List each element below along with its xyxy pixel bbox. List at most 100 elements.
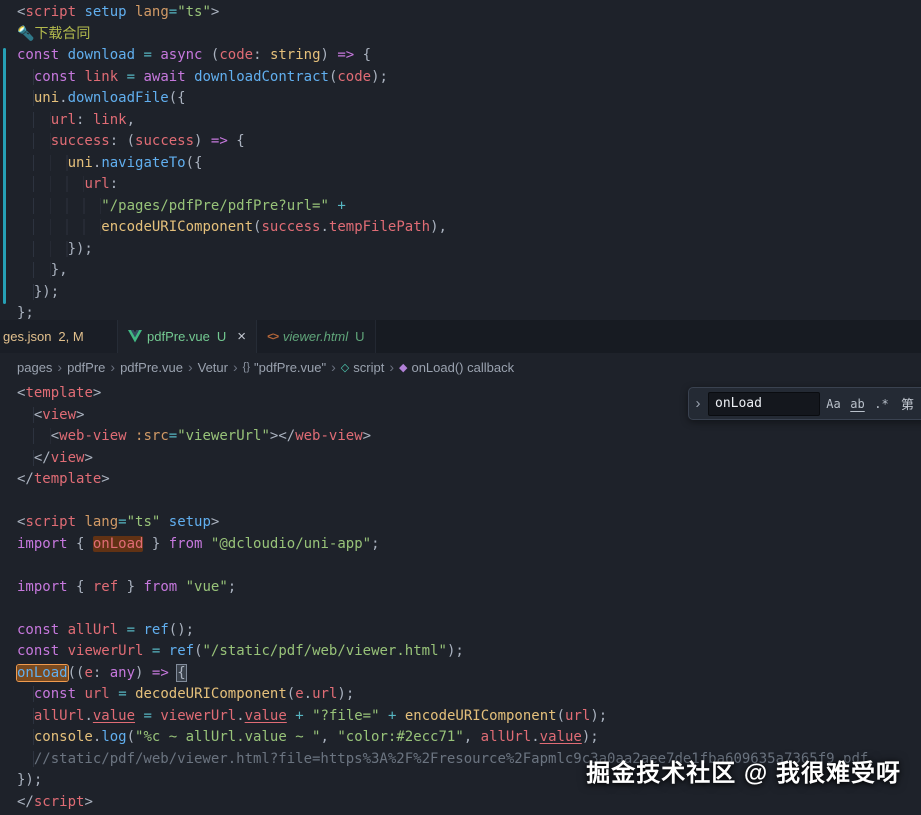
code-line[interactable]: uni.navigateTo({ (17, 153, 921, 175)
code-token: script (25, 4, 76, 20)
code-line[interactable]: import { onLoad } from "@dcloudio/uni-ap… (17, 534, 921, 556)
code-token: web-view (59, 428, 126, 444)
breadcrumb-item[interactable]: pages (17, 360, 52, 375)
code-token: ) (135, 665, 152, 681)
breadcrumb-label: pdfPre.vue (120, 360, 183, 375)
tab-pages-json[interactable]: ges.json 2, M (0, 320, 118, 353)
code-token: string (270, 47, 321, 63)
code-token: allUrl (481, 729, 532, 745)
code-token (17, 708, 34, 724)
code-token: "/pages/pdfPre/pdfPre?url=" (101, 198, 329, 214)
code-line[interactable]: <web-view :src="viewerUrl"></web-view> (17, 426, 921, 448)
code-token: } (143, 536, 168, 552)
code-token: > (101, 471, 109, 487)
code-token: ref (169, 643, 194, 659)
code-token: = (143, 47, 151, 63)
find-input[interactable] (708, 392, 820, 416)
code-line[interactable]: }); (17, 239, 921, 261)
problems-git-badge: 2, M (58, 329, 83, 344)
code-token: > (93, 385, 101, 401)
match-case-toggle[interactable]: Aa (823, 393, 844, 414)
close-tab-icon[interactable]: × (237, 329, 246, 344)
breadcrumb-item[interactable]: ◆onLoad() callback (399, 360, 514, 375)
expand-replace-icon[interactable]: › (691, 395, 705, 412)
code-token (59, 47, 67, 63)
code-token: , (127, 112, 135, 128)
code-token: link (93, 112, 127, 128)
code-token: ); (337, 686, 354, 702)
code-line[interactable]: url: (17, 174, 921, 196)
code-token: downloadContract (194, 69, 329, 85)
code-token (143, 643, 151, 659)
code-token: template (34, 471, 101, 487)
code-token (160, 514, 168, 530)
code-token: , (320, 729, 337, 745)
code-token (17, 407, 34, 423)
code-line[interactable]: onLoad((e: any) => { (17, 663, 921, 685)
code-token: download (68, 47, 135, 63)
breadcrumb-item[interactable]: Vetur (198, 360, 228, 375)
code-token: => (152, 665, 169, 681)
breadcrumb-item[interactable]: pdfPre (67, 360, 105, 375)
code-line[interactable] (17, 555, 921, 577)
breadcrumb-item[interactable]: ◇script (341, 360, 385, 375)
breadcrumb-item[interactable]: pdfPre.vue (120, 360, 183, 375)
breadcrumb-label: Vetur (198, 360, 228, 375)
code-line[interactable]: }, (17, 260, 921, 282)
code-token: ( (194, 643, 202, 659)
whole-word-toggle[interactable]: ab (847, 393, 868, 414)
code-line[interactable] (17, 491, 921, 513)
code-token (17, 450, 34, 466)
code-token (17, 90, 34, 106)
code-line[interactable]: encodeURIComponent(success.tempFilePath)… (17, 217, 921, 239)
breadcrumb-item[interactable]: {}"pdfPre.vue" (243, 360, 326, 375)
find-widget: › Aa ab .* 第 (688, 387, 921, 420)
code-line[interactable]: }); (17, 282, 921, 304)
code-line[interactable]: success: (success) => { (17, 131, 921, 153)
code-token: const (34, 69, 76, 85)
code-token: ( (557, 708, 565, 724)
code-token (202, 536, 210, 552)
code-token: > (76, 407, 84, 423)
code-token: url (84, 686, 109, 702)
code-line[interactable]: uni.downloadFile({ (17, 88, 921, 110)
code-line[interactable]: </view> (17, 448, 921, 470)
code-line[interactable]: 🔦下载合同 (17, 24, 921, 46)
code-line[interactable]: const download = async (code: string) =>… (17, 45, 921, 67)
code-line[interactable]: import { ref } from "vue"; (17, 577, 921, 599)
code-token: "@dcloudio/uni-app" (211, 536, 371, 552)
code-token: ) (321, 47, 338, 63)
tab-viewer-html[interactable]: <> viewer.html U (257, 320, 376, 353)
code-line[interactable]: }; (17, 303, 921, 320)
code-token: > (211, 514, 219, 530)
code-line[interactable]: url: link, (17, 110, 921, 132)
code-line[interactable]: </template> (17, 469, 921, 491)
code-line[interactable] (17, 598, 921, 620)
code-token: const (34, 686, 76, 702)
code-line[interactable]: allUrl.value = viewerUrl.value + "?file=… (17, 706, 921, 728)
code-line[interactable]: </script> (17, 792, 921, 814)
breadcrumb: pages›pdfPre›pdfPre.vue›Vetur›{}"pdfPre.… (0, 353, 921, 381)
code-token (177, 579, 185, 595)
code-line[interactable]: <script lang="ts" setup> (17, 512, 921, 534)
code-token: url (312, 686, 337, 702)
code-line[interactable]: const url = decodeURIComponent(e.url); (17, 684, 921, 706)
code-line[interactable]: const allUrl = ref(); (17, 620, 921, 642)
code-line[interactable]: const viewerUrl = ref("/static/pdf/web/v… (17, 641, 921, 663)
code-token: 🔦 (17, 26, 34, 42)
code-token: { (354, 47, 371, 63)
code-token: = (169, 4, 177, 20)
code-token (396, 708, 404, 724)
code-line[interactable]: const link = await downloadContract(code… (17, 67, 921, 89)
code-token: (); (169, 622, 194, 638)
code-token: ); (371, 69, 388, 85)
code-line[interactable]: <script setup lang="ts"> (17, 2, 921, 24)
code-line[interactable]: "/pages/pdfPre/pdfPre?url=" + (17, 196, 921, 218)
code-token: }); (34, 284, 59, 300)
regex-toggle[interactable]: .* (871, 393, 892, 414)
code-token: script (25, 514, 76, 530)
code-token (380, 708, 388, 724)
tab-pdfpre-vue[interactable]: pdfPre.vue U × (118, 320, 257, 353)
code-token: + (337, 198, 345, 214)
code-line[interactable]: console.log("%c ~ allUrl.value ~ ", "col… (17, 727, 921, 749)
